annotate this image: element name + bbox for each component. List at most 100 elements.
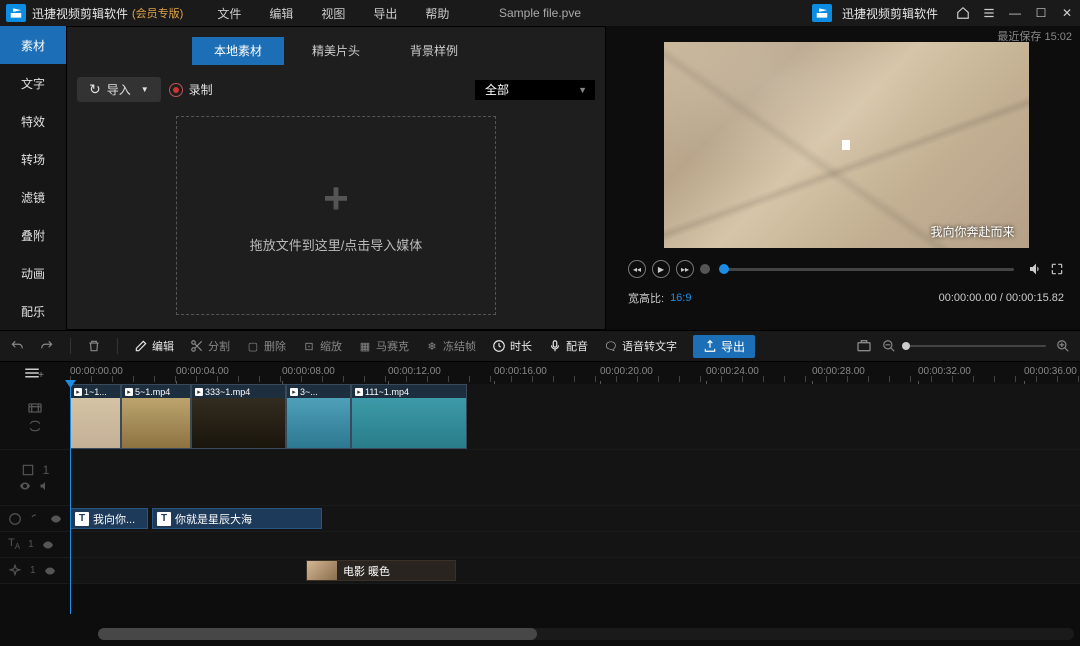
secondary-app-label[interactable]: 迅捷视频剪辑软件 — [812, 4, 938, 22]
preview-subtitle: 我向你奔赴而来 — [930, 223, 1014, 240]
filter-track-head[interactable]: 1 — [0, 558, 70, 583]
redo-button[interactable] — [40, 339, 54, 353]
maximize-button[interactable]: ☐ — [1034, 6, 1048, 20]
import-button[interactable]: ↻ 导入 ▼ — [77, 77, 161, 102]
clip-thumbnail — [287, 398, 350, 448]
zoom-tool[interactable]: ⊡缩放 — [302, 338, 342, 354]
text-track-head[interactable] — [0, 506, 70, 531]
speech-to-text-tool[interactable]: 🗨语音转文字 — [604, 338, 677, 354]
duration-tool[interactable]: 时长 — [492, 338, 532, 354]
timeline-ruler[interactable]: 00:00:00.0000:00:04.0000:00:08.0000:00:1… — [70, 362, 1080, 384]
close-button[interactable]: ✕ — [1060, 6, 1074, 20]
sidebar-tab-filter[interactable]: 滤镜 — [0, 178, 66, 216]
overlay-track-head[interactable]: 1 — [0, 450, 70, 505]
clip-thumbnail — [122, 398, 190, 448]
ruler-tick: 00:00:28.00 — [812, 366, 865, 377]
text-clip-label: 我向你... — [93, 511, 135, 527]
menu-export[interactable]: 导出 — [359, 1, 411, 26]
video-clip[interactable]: 111~1.mp4 — [351, 384, 467, 449]
filter-clip[interactable]: 电影 暖色 — [306, 560, 456, 581]
timeline-scrollbar-thumb[interactable] — [98, 628, 537, 640]
edit-tool[interactable]: 编辑 — [134, 338, 174, 354]
play-button[interactable]: ▶ — [652, 260, 670, 278]
media-dropzone[interactable]: + 拖放文件到这里/点击导入媒体 — [176, 116, 496, 315]
member-badge: (会员专版) — [132, 5, 183, 21]
text-clip[interactable]: T我向你... — [70, 508, 148, 529]
document-title: Sample file.pve — [499, 6, 581, 20]
freeze-tool[interactable]: ❄冻结帧 — [425, 338, 476, 354]
minimize-button[interactable]: — — [1008, 6, 1022, 20]
stop-button[interactable] — [700, 264, 710, 274]
snap-icon[interactable] — [856, 338, 872, 354]
video-preview[interactable]: 我向你奔赴而来 — [664, 42, 1029, 248]
sidebar-tab-animation[interactable]: 动画 — [0, 254, 66, 292]
aspect-ratio-value[interactable]: 16:9 — [670, 292, 691, 304]
prev-frame-button[interactable]: ◂◂ — [628, 260, 646, 278]
text-style-track-head[interactable]: TA1 — [0, 532, 70, 557]
voiceover-tool[interactable]: 配音 — [548, 338, 588, 354]
text-clip-label: 你就是星辰大海 — [175, 511, 252, 527]
video-clip[interactable]: 333~1.mp4 — [191, 384, 286, 449]
media-panel: 本地素材 精美片头 背景样例 ↻ 导入 ▼ 录制 全部 + 拖放文件到这里/点击… — [66, 26, 606, 330]
text-clip-icon: T — [157, 512, 171, 526]
progress-knob[interactable] — [719, 264, 729, 274]
import-arrow-icon: ↻ — [89, 81, 101, 98]
overlay-track-content[interactable] — [70, 450, 1080, 505]
undo-button[interactable] — [10, 339, 24, 353]
media-tab-local[interactable]: 本地素材 — [192, 37, 284, 65]
sidebar-tab-music[interactable]: 配乐 — [0, 292, 66, 330]
fullscreen-icon[interactable] — [1050, 262, 1064, 276]
edit-toolbar: 编辑 分割 ▢删除 ⊡缩放 ▦马赛克 ❄冻结帧 时长 配音 🗨语音转文字 导出 — [0, 330, 1080, 362]
zoom-out-button[interactable] — [882, 339, 896, 353]
ruler-tick: 00:00:24.00 — [706, 366, 759, 377]
menu-view[interactable]: 视图 — [307, 1, 359, 26]
record-button[interactable]: 录制 — [169, 81, 213, 98]
sidebar-tab-material[interactable]: 素材 — [0, 26, 66, 64]
text-style-track-content[interactable] — [70, 532, 1080, 557]
video-track: 1~1...5~1.mp4333~1.mp43~...111~1.mp4 — [0, 384, 1080, 450]
sidebar-tab-overlay[interactable]: 叠附 — [0, 216, 66, 254]
media-tab-background[interactable]: 背景样例 — [388, 37, 480, 65]
split-tool[interactable]: 分割 — [190, 338, 230, 354]
text-clip[interactable]: T 你就是星辰大海 — [152, 508, 322, 529]
titlebar: 迅捷视频剪辑软件 (会员专版) 文件 编辑 视图 导出 帮助 Sample fi… — [0, 0, 1080, 26]
dropzone-text: 拖放文件到这里/点击导入媒体 — [250, 235, 423, 254]
media-tab-intro[interactable]: 精美片头 — [290, 37, 382, 65]
next-frame-button[interactable]: ▸▸ — [676, 260, 694, 278]
timeline-scrollbar[interactable] — [98, 628, 1074, 640]
sidebar-tab-transition[interactable]: 转场 — [0, 140, 66, 178]
video-clip[interactable]: 3~... — [286, 384, 351, 449]
crop-tool[interactable]: ▢删除 — [246, 338, 286, 354]
sidebar-tab-text[interactable]: 文字 — [0, 64, 66, 102]
timeline-ruler-row: + 00:00:00.0000:00:04.0000:00:08.0000:00… — [0, 362, 1080, 384]
ruler-tick: 00:00:36.00 — [1024, 366, 1077, 377]
playhead[interactable] — [70, 384, 71, 614]
zoom-in-button[interactable] — [1056, 339, 1070, 353]
video-track-head[interactable] — [0, 384, 70, 449]
home-icon[interactable] — [956, 6, 970, 20]
progress-bar[interactable] — [724, 268, 1014, 271]
filter-track-content[interactable]: 电影 暖色 — [70, 558, 1080, 583]
preview-marker-icon — [842, 140, 850, 150]
video-track-content[interactable]: 1~1...5~1.mp4333~1.mp43~...111~1.mp4 — [70, 384, 1080, 449]
hamburger-icon[interactable] — [982, 6, 996, 20]
time-display: 00:00:00.00 / 00:00:15.82 — [939, 292, 1064, 304]
sidebar-tab-effect[interactable]: 特效 — [0, 102, 66, 140]
video-clip[interactable]: 1~1... — [70, 384, 121, 449]
menu-edit[interactable]: 编辑 — [255, 1, 307, 26]
video-clip[interactable]: 5~1.mp4 — [121, 384, 191, 449]
app-name: 迅捷视频剪辑软件 — [32, 5, 128, 22]
volume-icon[interactable] — [1028, 261, 1044, 277]
delete-tool[interactable] — [87, 339, 101, 353]
mosaic-tool[interactable]: ▦马赛克 — [358, 338, 409, 354]
zoom-slider[interactable] — [906, 345, 1046, 347]
filter-clip-thumb — [307, 561, 337, 580]
media-filter-select[interactable]: 全部 — [475, 80, 595, 100]
menu-help[interactable]: 帮助 — [411, 1, 463, 26]
text-track-content[interactable]: T我向你... T 你就是星辰大海 — [70, 506, 1080, 531]
add-track-button[interactable]: + — [0, 362, 70, 384]
text-track: T我向你... T 你就是星辰大海 — [0, 506, 1080, 532]
ruler-tick: 00:00:16.00 — [494, 366, 547, 377]
export-button[interactable]: 导出 — [693, 335, 755, 358]
menu-file[interactable]: 文件 — [203, 1, 255, 26]
